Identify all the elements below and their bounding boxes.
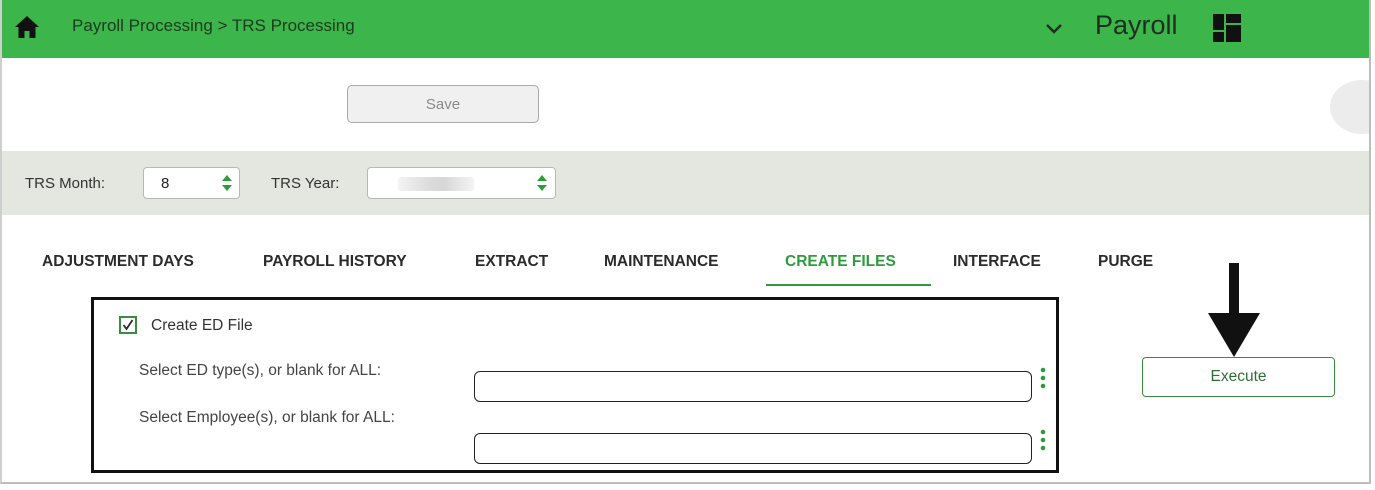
trs-year-label: TRS Year: [271, 175, 340, 192]
app-title: Payroll [1095, 10, 1178, 40]
create-ed-file-label: Create ED File [151, 317, 253, 334]
side-panel-toggle[interactable] [1330, 80, 1369, 134]
trs-year-stepper[interactable] [367, 167, 556, 199]
home-icon[interactable] [14, 15, 40, 39]
employee-label: Select Employee(s), or blank for ALL: [139, 409, 395, 426]
ed-type-input[interactable] [474, 371, 1032, 402]
breadcrumb: Payroll Processing > TRS Processing [72, 16, 355, 35]
active-tab-indicator [766, 284, 931, 286]
down-arrow-icon [1208, 263, 1260, 357]
trs-month-stepper[interactable]: 8 [143, 167, 240, 199]
tab-interface[interactable]: INTERFACE [953, 253, 1041, 271]
redacted-year-value [398, 177, 474, 191]
employee-input[interactable] [474, 433, 1032, 464]
create-files-panel: Create ED File Select ED type(s), or bla… [91, 297, 1059, 473]
save-button[interactable]: Save [347, 85, 539, 123]
spinner-arrows-icon[interactable] [221, 173, 233, 193]
checkmark-icon [122, 319, 134, 331]
tab-create-files[interactable]: CREATE FILES [785, 253, 896, 271]
kebab-menu-icon[interactable] [1040, 367, 1046, 389]
tab-maintenance[interactable]: MAINTENANCE [604, 253, 719, 271]
tab-payroll-history[interactable]: PAYROLL HISTORY [263, 253, 407, 271]
ed-type-label: Select ED type(s), or blank for ALL: [139, 362, 382, 379]
create-ed-file-checkbox[interactable] [119, 316, 137, 334]
app-window: Payroll Processing > TRS Processing Payr… [0, 0, 1371, 484]
trs-month-label: TRS Month: [25, 175, 106, 192]
tab-purge[interactable]: PURGE [1098, 253, 1153, 271]
kebab-menu-icon[interactable] [1040, 429, 1046, 451]
filter-bar: TRS Month: 8 TRS Year: [2, 151, 1369, 215]
chevron-down-icon[interactable] [1045, 22, 1063, 36]
grid-icon[interactable] [1212, 13, 1242, 43]
top-bar: Payroll Processing > TRS Processing Payr… [2, 0, 1369, 58]
tab-adjustment-days[interactable]: ADJUSTMENT DAYS [42, 253, 194, 271]
spinner-arrows-icon[interactable] [536, 173, 548, 193]
tab-extract[interactable]: EXTRACT [475, 253, 548, 271]
execute-button[interactable]: Execute [1142, 357, 1335, 397]
trs-month-value: 8 [161, 175, 170, 192]
